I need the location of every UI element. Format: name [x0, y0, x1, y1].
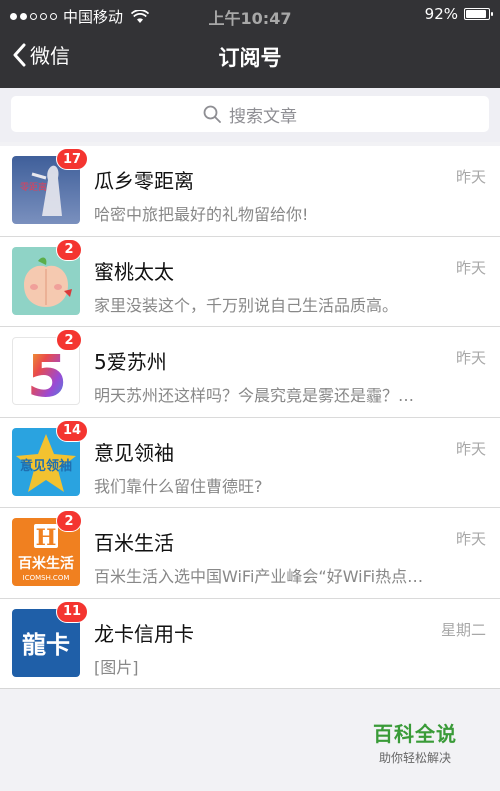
timestamp: 昨天: [455, 258, 486, 277]
account-name: 龙卡信用卡: [94, 621, 194, 646]
list-item[interactable]: 零距离 17 瓜乡零距离 哈密中旅把最好的礼物留给你! 昨天: [0, 146, 500, 237]
battery-icon: [464, 8, 493, 20]
list-item[interactable]: 龍卡 11 龙卡信用卡 [图片] 星期二: [0, 599, 500, 689]
search-placeholder: 搜索文章: [229, 106, 297, 127]
navigation-bar: 微信 订阅号: [0, 30, 500, 86]
battery-percent: 92%: [424, 5, 458, 23]
account-name: 瓜乡零距离: [94, 169, 194, 193]
timestamp: 星期二: [440, 620, 486, 639]
avatar-text: 零距离: [20, 181, 47, 193]
top-bar: 中国移动 上午10:47 92% 微信 订阅号: [0, 0, 500, 88]
latest-article: 哈密中旅把最好的礼物留给你!: [94, 205, 309, 224]
timestamp: 昨天: [455, 349, 486, 367]
unread-badge: 11: [56, 600, 89, 623]
latest-article: [图片]: [94, 657, 139, 677]
timestamp: 昨天: [455, 168, 486, 186]
list-item[interactable]: 2 蜜桃太太 家里没装这个，千万别说自己生活品质高。 昨天: [0, 237, 500, 327]
timestamp: 昨天: [455, 530, 486, 548]
avatar-text: 5: [27, 342, 67, 405]
list-item[interactable]: 意见领袖 14 意见领袖 我们靠什么留住曹德旺? 昨天: [0, 418, 500, 508]
search-icon: [203, 105, 221, 123]
page-title: 订阅号: [218, 46, 282, 70]
status-right: 92%: [424, 5, 493, 23]
unread-badge: 2: [56, 510, 82, 532]
watermark-subtitle: 助你轻松解决: [378, 751, 451, 765]
search-input[interactable]: 搜索文章: [11, 96, 489, 132]
unread-badge: 2: [56, 238, 82, 261]
account-name: 百米生活: [94, 531, 174, 555]
svg-text:H: H: [36, 525, 57, 551]
account-name: 意见领袖: [94, 440, 174, 465]
list-item[interactable]: H 百米生活 ICOMSH.COM 2 百米生活 百米生活入选中国WiFi产业峰…: [0, 508, 500, 599]
unread-badge: 17: [56, 148, 89, 170]
avatar-text: 百米生活: [18, 555, 74, 572]
account-name: 5爱苏州: [94, 350, 167, 374]
watermark-logo: 百科全说 助你轻松解决: [360, 718, 470, 766]
avatar-text: 意见领袖: [20, 458, 72, 474]
avatar-text: 龍卡: [22, 630, 70, 659]
account-name: 蜜桃太太: [94, 259, 174, 284]
latest-article: 明天苏州还这样吗？今晨究竟是雾还是霾？…: [94, 386, 415, 405]
avatar-subtext: ICOMSH.COM: [23, 574, 70, 582]
unread-badge: 2: [56, 329, 82, 351]
subscription-list: 零距离 17 瓜乡零距离 哈密中旅把最好的礼物留给你! 昨天 2 蜜桃太太 家里…: [0, 146, 500, 689]
list-item[interactable]: 5 2 5爱苏州 明天苏州还这样吗？今晨究竟是雾还是霾？… 昨天: [0, 327, 500, 418]
latest-article: 百米生活入选中国WiFi产业峰会“好WiFi热点…: [94, 567, 424, 586]
timestamp: 昨天: [455, 439, 486, 458]
latest-article: 家里没装这个，千万别说自己生活品质高。: [94, 295, 399, 315]
unread-badge: 14: [56, 419, 89, 442]
status-bar: 中国移动 上午10:47 92%: [0, 0, 500, 30]
latest-article: 我们靠什么留住曹德旺?: [94, 476, 263, 496]
search-area: 搜索文章: [0, 88, 500, 142]
watermark-title: 百科全说: [373, 722, 457, 746]
